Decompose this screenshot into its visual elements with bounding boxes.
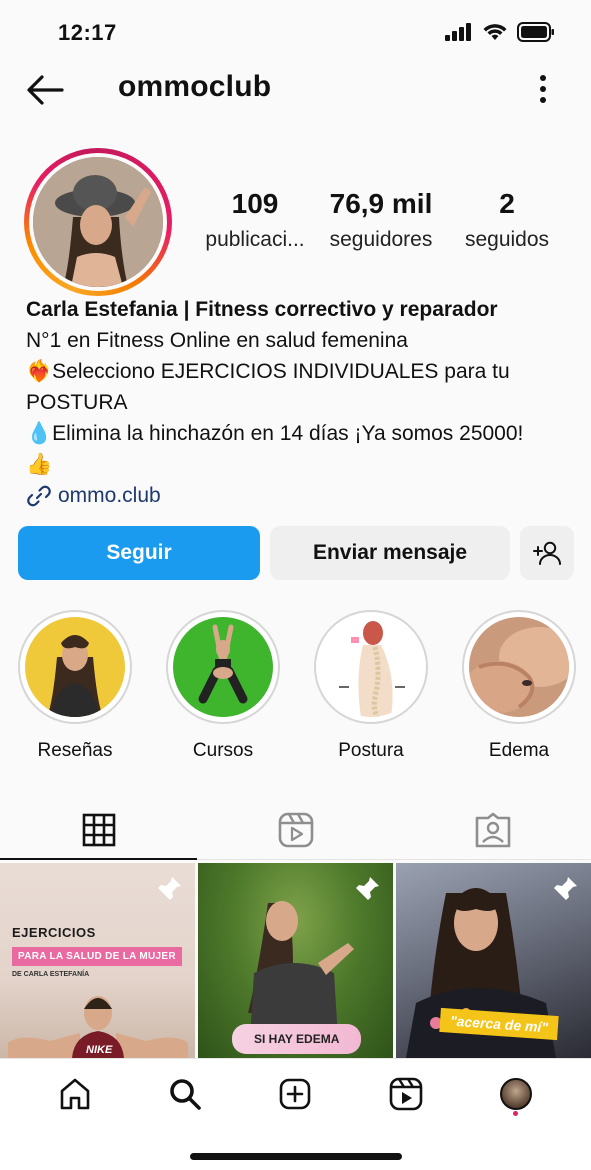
highlight-cursos-image bbox=[173, 617, 273, 717]
highlight-label: Postura bbox=[338, 740, 404, 761]
profile-header: ommoclub bbox=[0, 62, 591, 118]
posts-grid: EJERCICIOS PARA LA SALUD DE LA MUJER DE … bbox=[0, 863, 591, 1058]
highlight-cursos[interactable]: Cursos bbox=[166, 610, 280, 762]
tab-posts-grid[interactable] bbox=[0, 800, 197, 860]
stat-followers[interactable]: 76,9 mil seguidores bbox=[322, 188, 440, 252]
grid-icon bbox=[82, 813, 115, 846]
send-message-button[interactable]: Enviar mensaje bbox=[270, 526, 510, 580]
bio-link-text: ommo.club bbox=[58, 484, 161, 507]
reels-icon bbox=[389, 1077, 422, 1110]
highlight-edema[interactable]: Edema bbox=[462, 610, 576, 762]
highlight-postura-image bbox=[321, 617, 421, 717]
highlight-resenas[interactable]: Reseñas bbox=[18, 610, 132, 762]
battery-icon bbox=[517, 22, 554, 42]
wifi-icon bbox=[483, 24, 507, 40]
post-brand: NIKE bbox=[86, 1044, 113, 1056]
highlight-edema-image bbox=[469, 617, 569, 717]
nav-profile[interactable] bbox=[486, 1064, 546, 1124]
link-icon bbox=[27, 485, 51, 506]
nav-create[interactable] bbox=[265, 1064, 325, 1124]
home-indicator-area bbox=[0, 1128, 591, 1170]
stat-posts-value: 109 bbox=[231, 188, 279, 219]
more-options-button[interactable] bbox=[531, 72, 555, 108]
bottom-navigation bbox=[0, 1058, 591, 1128]
post-thumbnail[interactable]: "acerca de mí" bbox=[396, 863, 591, 1058]
home-indicator[interactable] bbox=[190, 1153, 402, 1160]
back-button[interactable] bbox=[24, 72, 66, 108]
profile-avatar-story-ring[interactable] bbox=[24, 148, 172, 296]
post-thumbnail[interactable]: SI HAY EDEMA bbox=[198, 863, 393, 1058]
bio-line: POSTURA bbox=[26, 391, 128, 414]
bio-website-link[interactable]: ommo.club bbox=[26, 480, 574, 511]
cellular-signal-icon bbox=[445, 23, 471, 41]
tab-tagged[interactable] bbox=[394, 800, 591, 859]
profile-avatar bbox=[499, 1077, 532, 1110]
reels-icon bbox=[278, 812, 313, 847]
highlight-label: Reseñas bbox=[37, 740, 113, 761]
tagged-icon bbox=[475, 812, 510, 847]
post-caption-tag: SI HAY EDEMA bbox=[232, 1024, 362, 1054]
search-icon bbox=[170, 1078, 202, 1110]
status-icons bbox=[445, 22, 555, 42]
highlight-resenas-image bbox=[25, 617, 125, 717]
bio-name: Carla Estefania | Fitness correctivo y r… bbox=[26, 298, 498, 321]
post-thumbnail[interactable]: EJERCICIOS PARA LA SALUD DE LA MUJER DE … bbox=[0, 863, 195, 1058]
stat-following[interactable]: 2 seguidos bbox=[448, 188, 566, 252]
highlight-label: Edema bbox=[488, 740, 550, 761]
profile-bio: Carla Estefania | Fitness correctivo y r… bbox=[26, 294, 574, 511]
status-bar: 12:17 bbox=[0, 0, 591, 56]
stat-followers-value: 76,9 mil bbox=[329, 188, 433, 219]
bio-line: 👍 bbox=[26, 453, 53, 476]
stat-following-label: seguidos bbox=[464, 228, 550, 251]
nav-search[interactable] bbox=[155, 1064, 215, 1124]
nav-home[interactable] bbox=[45, 1064, 105, 1124]
highlight-postura[interactable]: Postura bbox=[314, 610, 428, 762]
avatar-photo-illustration bbox=[33, 157, 163, 287]
tab-reels[interactable] bbox=[197, 800, 394, 859]
more-vertical-icon bbox=[540, 75, 546, 103]
arrow-left-icon bbox=[27, 75, 64, 105]
bio-line: 💧Elimina la hinchazón en 14 días ¡Ya som… bbox=[26, 422, 524, 445]
create-icon bbox=[280, 1078, 311, 1109]
bio-line: ❤️‍🔥Selecciono EJERCICIOS INDIVIDUALES p… bbox=[26, 360, 510, 383]
profile-tabs bbox=[0, 800, 591, 860]
profile-stats: 109 publicaci... 76,9 mil seguidores 2 s… bbox=[196, 188, 566, 252]
highlight-label: Cursos bbox=[192, 740, 254, 761]
add-user-icon bbox=[533, 541, 561, 565]
post-title: EJERCICIOS bbox=[12, 925, 96, 940]
post-subtitle: PARA LA SALUD DE LA MUJER bbox=[12, 947, 182, 966]
nav-reels[interactable] bbox=[376, 1064, 436, 1124]
follow-button[interactable]: Seguir bbox=[18, 526, 260, 580]
stat-followers-label: seguidores bbox=[329, 228, 433, 251]
notification-dot bbox=[513, 1110, 519, 1116]
profile-username: ommoclub bbox=[118, 70, 272, 103]
profile-avatar bbox=[33, 157, 163, 287]
stat-posts[interactable]: 109 publicaci... bbox=[196, 188, 314, 252]
stat-following-value: 2 bbox=[499, 188, 515, 219]
profile-actions: Seguir Enviar mensaje bbox=[18, 526, 574, 580]
status-time: 12:17 bbox=[58, 20, 117, 45]
suggested-users-button[interactable] bbox=[520, 526, 574, 580]
pinned-icon bbox=[158, 877, 181, 900]
bio-line: N°1 en Fitness Online en salud femenina bbox=[26, 329, 408, 352]
story-highlights: Reseñas Cursos Postura Edema bbox=[18, 610, 578, 762]
stat-posts-label: publicaci... bbox=[205, 228, 305, 251]
post-figure: NIKE bbox=[8, 996, 188, 1058]
home-icon bbox=[60, 1078, 90, 1109]
post-author: DE CARLA ESTEFANÍA bbox=[12, 971, 90, 978]
